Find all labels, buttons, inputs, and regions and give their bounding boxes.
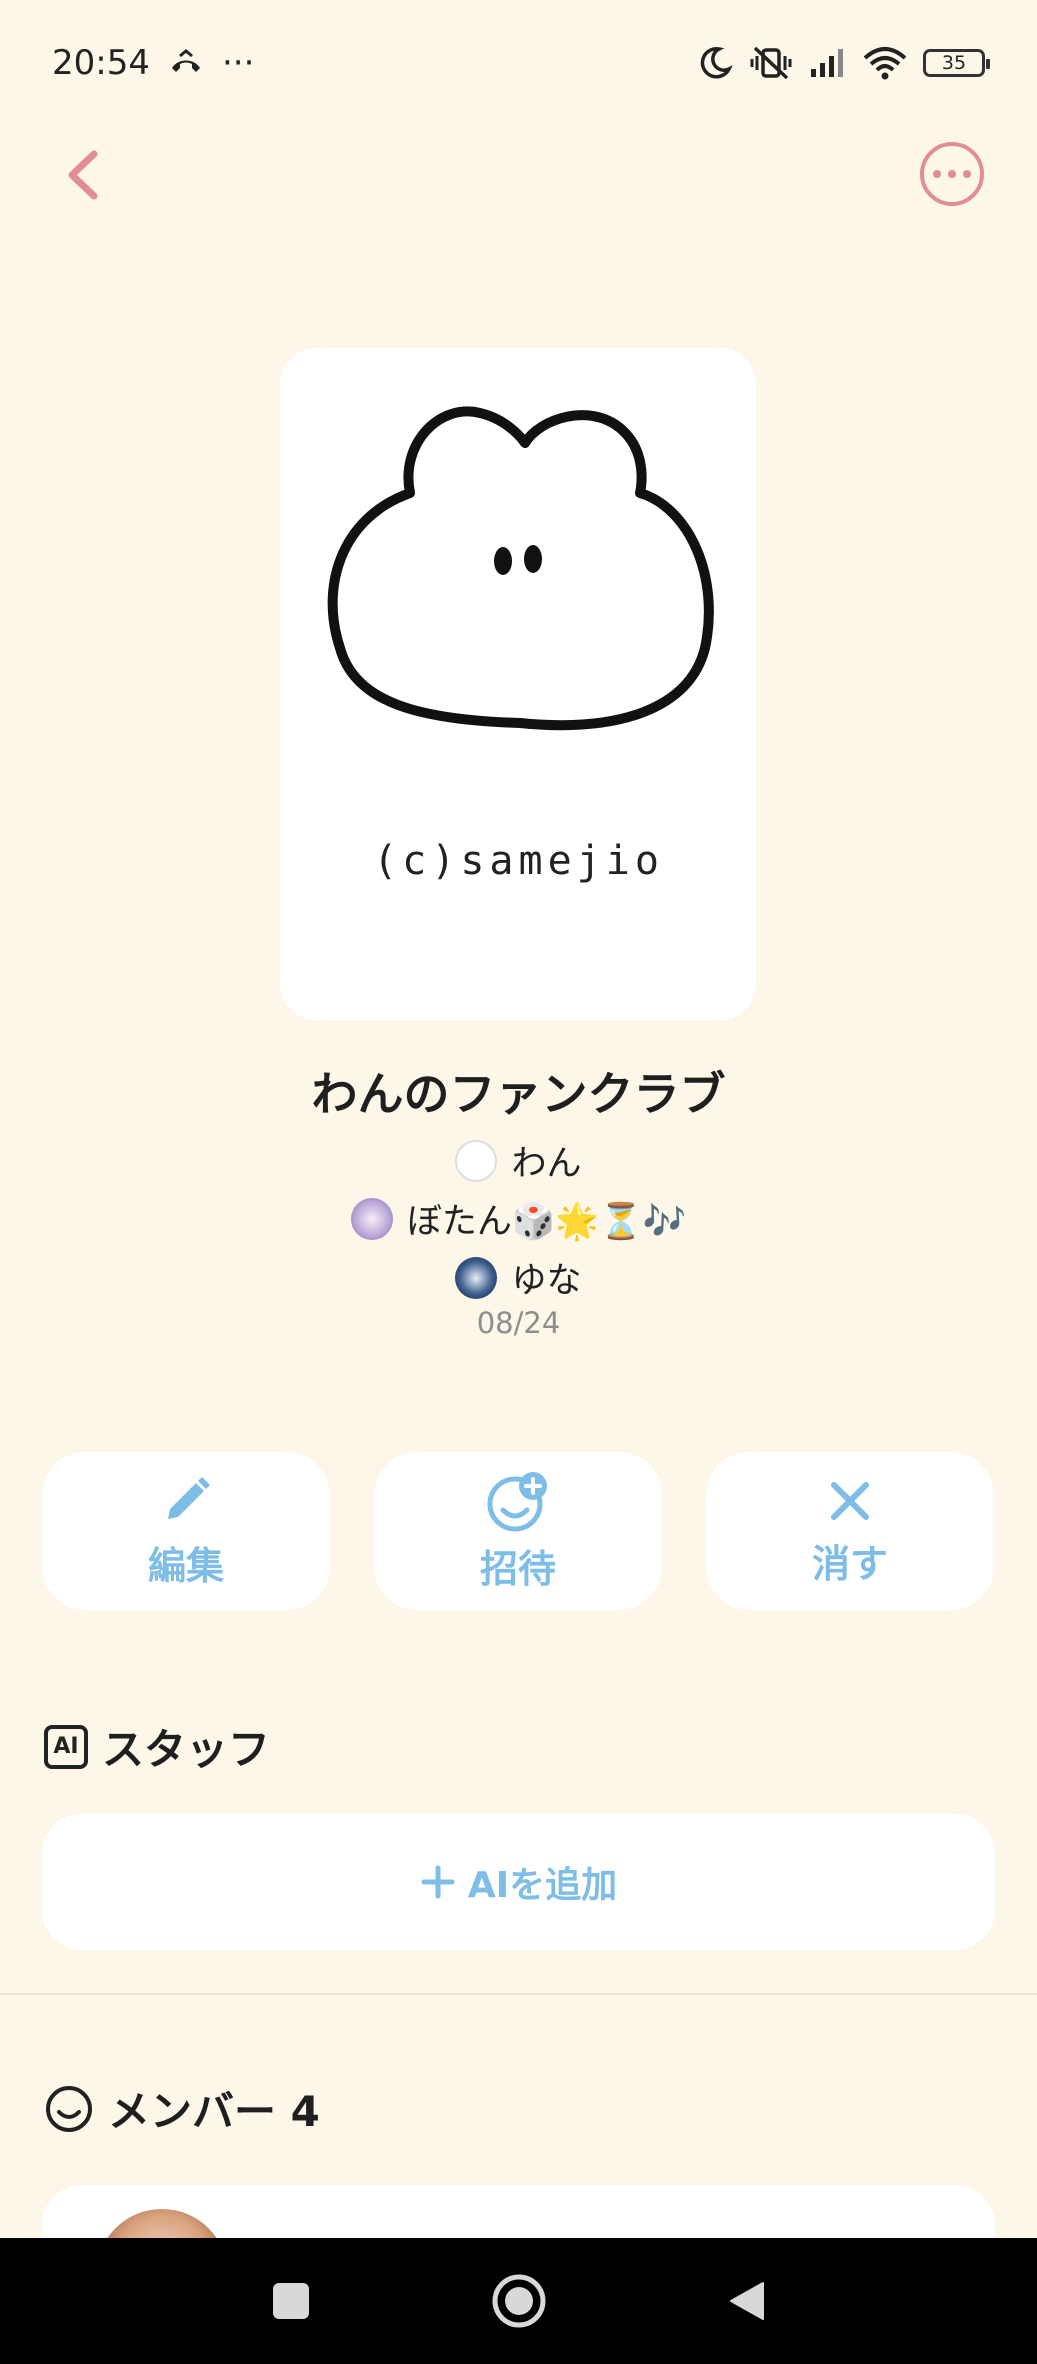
staff-section-header: AI スタッフ [44,1716,270,1777]
triangle-back-icon [729,2282,764,2320]
pencil-icon [168,1476,210,1519]
status-left: 20:54 ··· [52,43,254,83]
vibrate-off-icon [750,46,792,79]
add-ai-label: AIを追加 [467,1865,618,1906]
edit-label: 編集 [147,1543,224,1588]
moon-icon [700,46,733,79]
member-avatar [350,1197,393,1240]
battery-level: 35 [941,51,967,74]
call-missed-icon [171,48,200,72]
image-credit: (c)samejio [373,838,664,884]
system-nav-bar [0,2238,1037,2364]
character-illustration [327,406,714,731]
smiley-icon [46,2085,92,2132]
club-image[interactable] [280,348,756,1020]
signal-icon [811,48,843,77]
invite-button[interactable]: 招待 [374,1452,662,1610]
more-options-icon [933,170,941,178]
status-time: 20:54 [52,42,150,83]
delete-label: 消す [811,1541,888,1586]
member-name: ぼたん🎲🌟⏳🎶 [406,1202,687,1242]
battery-indicator: 35 [923,48,990,77]
close-icon [831,1481,869,1520]
home-button[interactable] [491,2273,547,2329]
member-name: ゆな [511,1261,582,1301]
member-name: わん [511,1144,582,1184]
delete-button[interactable]: 消す [706,1452,994,1610]
member-avatar [455,1139,498,1182]
edit-button[interactable]: 編集 [42,1452,330,1610]
status-bar: 20:54 ··· 35 [0,0,1037,125]
ai-badge-icon: AI [44,1724,88,1769]
chevron-left-icon [68,150,98,200]
more-options-dot [948,170,956,178]
more-options-dot [963,170,971,178]
members-title: メンバー 4 [108,2087,320,2136]
back-nav-button[interactable] [727,2279,767,2323]
top-nav [0,130,1037,220]
recent-apps-button[interactable] [271,2281,311,2321]
wifi-icon [863,46,907,79]
invite-label: 招待 [479,1546,556,1591]
staff-title: スタッフ [102,1725,271,1774]
member-item[interactable]: ゆな [0,1252,1037,1303]
plus-icon [421,1865,455,1899]
member-avatar [455,1256,498,1299]
back-button[interactable] [62,148,106,202]
member-item[interactable]: わん [0,1135,1037,1186]
more-options-button[interactable] [920,142,984,206]
home-circle-icon [492,2274,545,2328]
status-more-dots: ··· [221,42,255,83]
square-icon [272,2283,309,2319]
club-date: 08/24 [476,1306,561,1340]
section-divider [0,1993,1037,1995]
members-section-header: メンバー 4 [44,2078,320,2139]
add-person-icon [487,1471,547,1531]
club-title: わんのファンクラブ [311,1067,726,1121]
status-right: 35 [697,45,990,81]
member-item[interactable]: ぼたん🎲🌟⏳🎶 [0,1193,1037,1244]
add-ai-button[interactable]: AIを追加 [42,1814,995,1950]
